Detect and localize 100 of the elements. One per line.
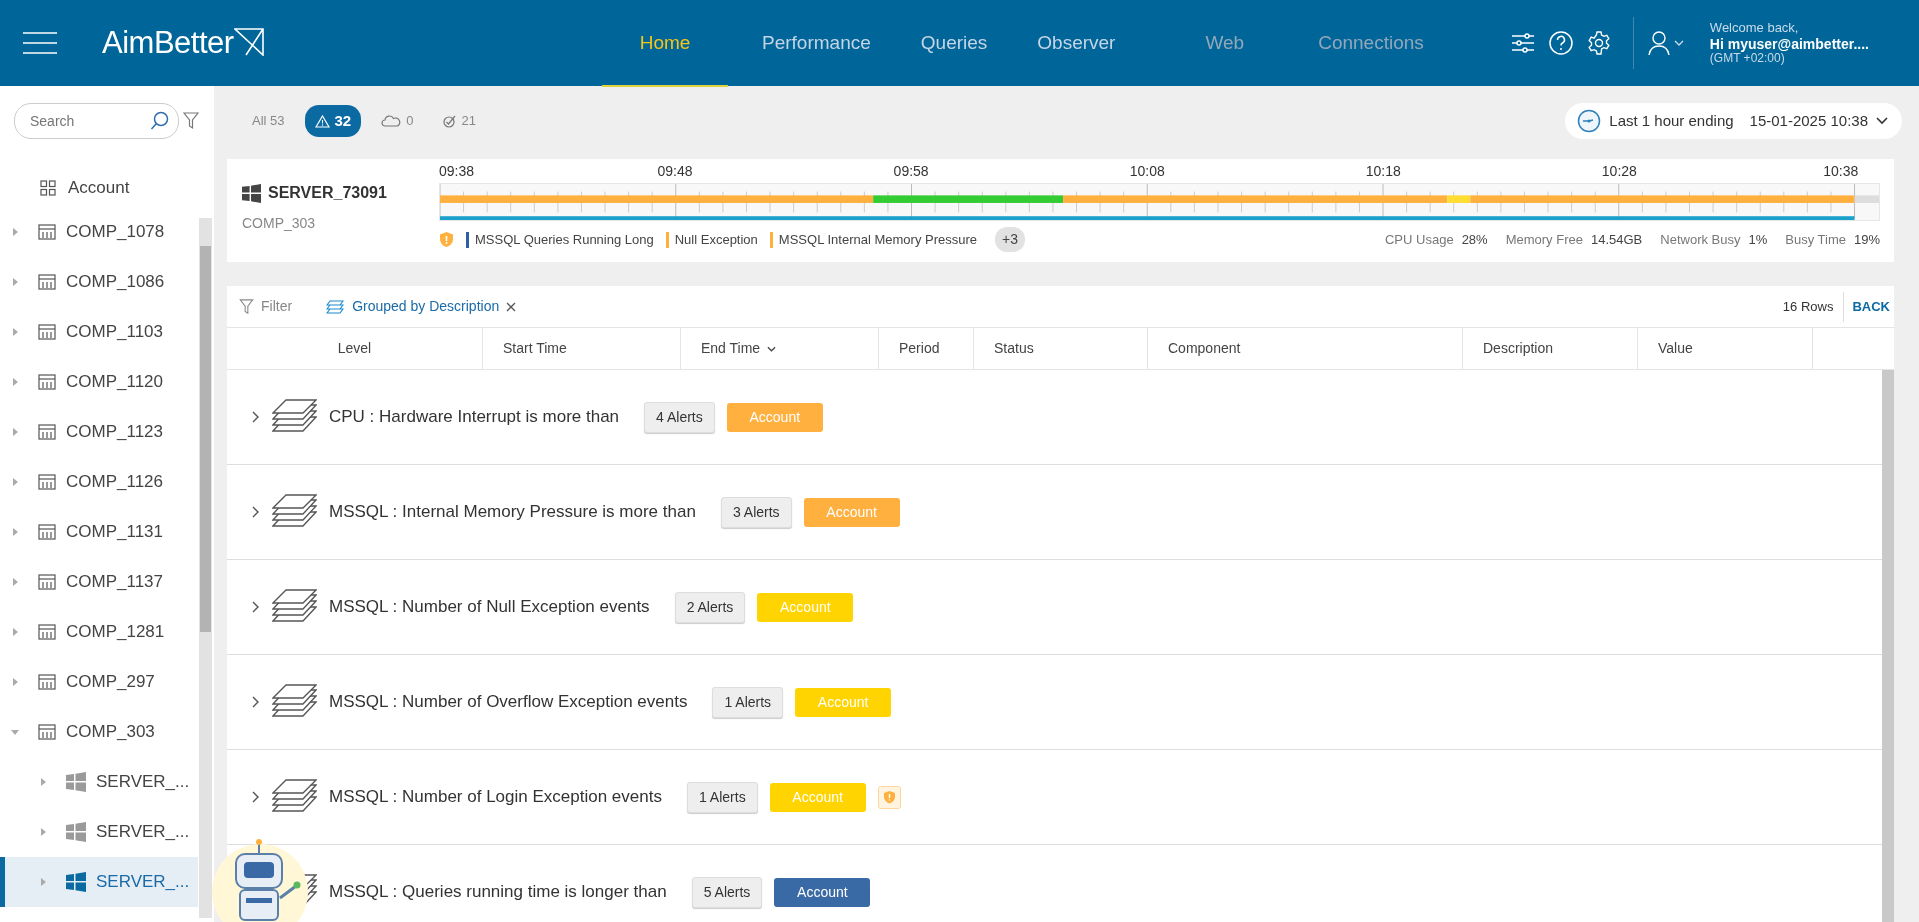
caret-right-icon[interactable]	[38, 827, 48, 837]
tree-item[interactable]: COMP_1281	[66, 619, 165, 645]
tree-item[interactable]: SERVER_...	[96, 769, 190, 795]
sort-caret-icon	[767, 345, 777, 352]
nav-tab[interactable]: Home	[602, 1, 728, 87]
tree-item[interactable]: Account	[68, 175, 130, 201]
caret-right-icon[interactable]	[10, 627, 20, 637]
metric-value: 1%	[1748, 230, 1768, 249]
filter-icon	[239, 298, 254, 315]
help-icon[interactable]	[1548, 31, 1573, 55]
clock-icon	[1577, 109, 1602, 133]
tree-item[interactable]: COMP_1131	[66, 519, 163, 545]
building-icon	[38, 374, 56, 390]
building-icon	[38, 724, 56, 740]
group-title: CPU : Hardware Interrupt is more than	[329, 406, 620, 429]
group-title: MSSQL : Number of Login Exception events	[329, 786, 662, 809]
column-header[interactable]: End Time	[681, 328, 879, 369]
time-range-picker[interactable]: Last 1 hour ending 15-01-2025 10:38	[1565, 103, 1902, 139]
tree-item[interactable]: COMP_297	[66, 669, 155, 695]
caret-right-icon[interactable]	[10, 677, 20, 687]
alert-count: 1 Alerts	[686, 781, 758, 813]
column-header[interactable]: Start Time	[483, 328, 681, 369]
stack-icon	[272, 779, 317, 815]
chevron-right-icon[interactable]	[252, 791, 260, 803]
time-label: 10:18	[1365, 162, 1401, 181]
nav-tab[interactable]: Queries	[904, 1, 1004, 87]
grouping-chip[interactable]: Grouped by Description	[326, 296, 500, 317]
level-tag: Account	[726, 402, 823, 432]
warning-icon	[314, 114, 330, 128]
tree-item[interactable]: COMP_303	[66, 719, 155, 745]
chevron-right-icon[interactable]	[252, 696, 260, 708]
row-count: 16 Rows	[1782, 297, 1834, 316]
check-circle-icon	[443, 114, 457, 128]
search-icon[interactable]	[150, 111, 170, 131]
column-header[interactable]: Value	[1638, 328, 1813, 369]
legend-label: MSSQL Queries Running Long	[475, 230, 654, 249]
chevron-down-icon[interactable]	[1673, 40, 1684, 46]
building-icon	[38, 524, 56, 540]
alert-count: 4 Alerts	[644, 401, 715, 433]
sliders-icon[interactable]	[1510, 32, 1535, 54]
time-label: 09:58	[893, 162, 929, 181]
grid-icon	[40, 180, 56, 196]
cloud-icon	[381, 115, 402, 127]
search-field[interactable]: Search	[14, 103, 179, 139]
search-input[interactable]: Search	[28, 109, 143, 133]
chevron-right-icon[interactable]	[252, 411, 260, 423]
tree-item[interactable]: COMP_1103	[66, 319, 163, 345]
menu-icon[interactable]	[23, 31, 57, 55]
chevron-down-icon	[1876, 117, 1888, 125]
time-label: 10:28	[1601, 162, 1637, 181]
building-icon	[38, 674, 56, 690]
group-title: MSSQL : Number of Null Exception events	[329, 596, 650, 619]
timezone-text: (GMT +02:00)	[1709, 51, 1785, 66]
chevron-right-icon[interactable]	[252, 506, 260, 518]
settings-icon[interactable]	[1586, 31, 1611, 55]
nav-tab[interactable]: Observer	[1021, 1, 1132, 87]
caret-right-icon[interactable]	[10, 427, 20, 437]
tree-item[interactable]: COMP_1078	[66, 219, 165, 245]
close-icon[interactable]	[506, 301, 517, 312]
tree-item[interactable]: COMP_1137	[66, 569, 163, 595]
back-button[interactable]: BACK	[1843, 291, 1894, 322]
company-name: COMP_303	[242, 214, 317, 233]
time-label: 09:48	[657, 162, 693, 181]
caret-right-icon[interactable]	[10, 227, 20, 237]
caret-right-icon[interactable]	[38, 777, 48, 787]
metric-label: CPU Usage	[1385, 230, 1454, 249]
filter-button[interactable]: Filter	[239, 296, 293, 317]
caret-right-icon[interactable]	[10, 377, 20, 387]
scrollbar-thumb[interactable]	[200, 246, 211, 632]
caret-right-icon[interactable]	[10, 527, 20, 537]
chevron-right-icon[interactable]	[252, 601, 260, 613]
column-header[interactable]: Component	[1148, 328, 1463, 369]
caret-right-icon[interactable]	[10, 277, 20, 287]
alert-count: 5 Alerts	[691, 876, 763, 908]
tree-item[interactable]: COMP_1086	[66, 269, 165, 295]
status-filter[interactable]: 32	[304, 104, 362, 138]
windows-icon	[242, 183, 261, 203]
column-header[interactable]: Period	[879, 328, 974, 369]
column-header[interactable]: Status	[974, 328, 1148, 369]
column-header[interactable]: Level	[227, 328, 483, 369]
tree-item[interactable]: SERVER_...	[96, 819, 190, 845]
column-header[interactable]: Description	[1463, 328, 1638, 369]
time-label: 10:08	[1129, 162, 1165, 181]
building-icon	[38, 324, 56, 340]
caret-right-icon[interactable]	[10, 577, 20, 587]
tree-item[interactable]: COMP_1126	[66, 469, 163, 495]
caret-right-icon[interactable]	[10, 327, 20, 337]
building-icon	[38, 624, 56, 640]
windows-icon	[66, 772, 86, 792]
nav-tab[interactable]: Performance	[746, 1, 887, 87]
user-icon[interactable]	[1647, 30, 1670, 56]
caret-down-icon[interactable]	[10, 727, 20, 737]
filter-icon[interactable]	[183, 112, 199, 130]
caret-right-icon[interactable]	[10, 477, 20, 487]
level-tag: Account	[769, 782, 866, 812]
building-icon	[38, 574, 56, 590]
metric-label: Memory Free	[1505, 230, 1583, 249]
tree-item[interactable]: COMP_1123	[66, 419, 163, 445]
group-title: MSSQL : Queries running time is longer than	[329, 881, 667, 904]
tree-item[interactable]: COMP_1120	[66, 369, 163, 395]
